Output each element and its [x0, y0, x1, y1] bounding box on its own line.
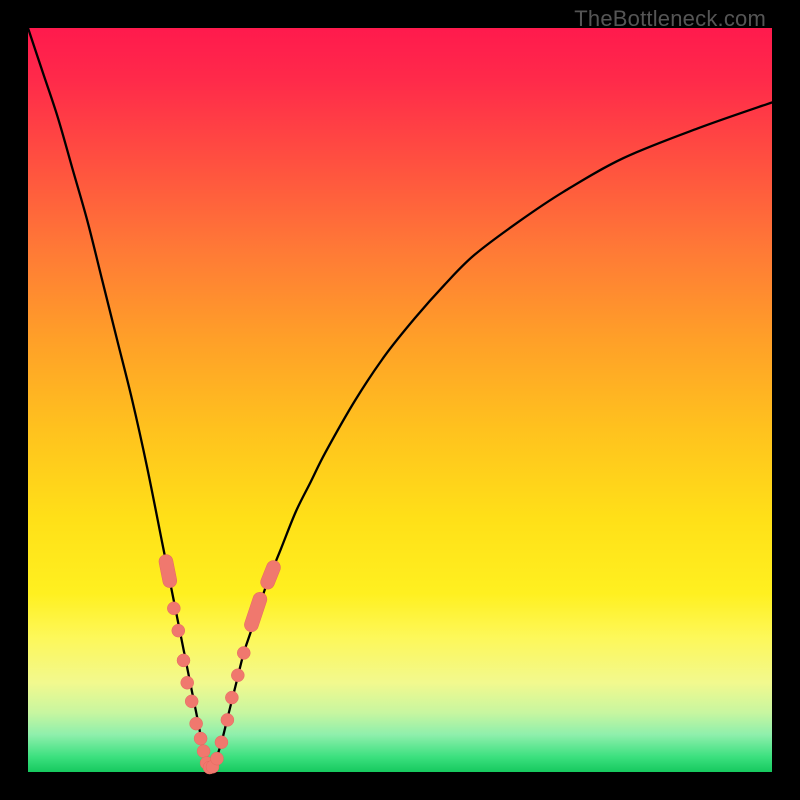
- data-marker: [181, 676, 194, 689]
- data-marker: [243, 590, 269, 633]
- data-marker: [172, 624, 185, 637]
- curve-svg: [28, 28, 772, 772]
- watermark-text: TheBottleneck.com: [574, 6, 766, 32]
- data-marker: [167, 602, 180, 615]
- data-marker: [185, 695, 198, 708]
- data-marker: [158, 553, 178, 589]
- data-marker: [259, 558, 283, 591]
- data-marker: [231, 669, 244, 682]
- data-marker: [197, 745, 210, 758]
- bottleneck-curve: [28, 28, 772, 770]
- data-marker: [215, 736, 228, 749]
- data-marker: [210, 752, 223, 765]
- data-marker: [177, 654, 190, 667]
- chart-frame: TheBottleneck.com: [0, 0, 800, 800]
- data-marker: [194, 732, 207, 745]
- data-marker: [237, 646, 250, 659]
- plot-area: [28, 28, 772, 772]
- data-marker: [221, 713, 234, 726]
- data-marker: [225, 691, 238, 704]
- data-marker: [190, 717, 203, 730]
